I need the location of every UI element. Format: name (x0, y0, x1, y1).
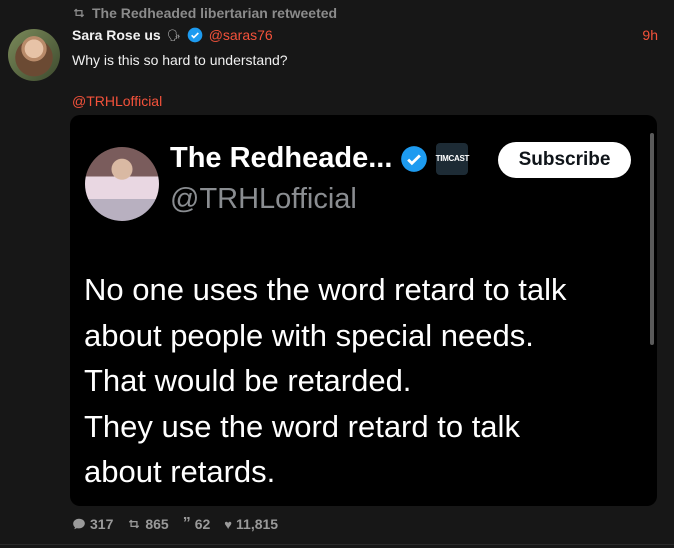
avatar[interactable] (8, 29, 60, 81)
embedded-verified-icon (401, 145, 428, 172)
embedded-avatar (85, 147, 159, 221)
retweet-button[interactable]: 865 (127, 516, 169, 532)
embedded-name: The Redheade... (170, 142, 393, 174)
embedded-name-row: The Redheade... TIMCAST (170, 142, 469, 175)
like-count: 11,815 (236, 516, 279, 532)
tweet-text: Why is this so hard to understand? (72, 52, 288, 68)
embedded-badge: TIMCAST (436, 142, 469, 175)
reply-button[interactable]: 317 (72, 516, 113, 532)
retweet-icon (129, 519, 140, 529)
reply-icon (73, 518, 85, 530)
display-name[interactable]: Sara Rose us (72, 27, 161, 43)
retweet-icon (73, 8, 85, 18)
reply-count: 317 (90, 516, 114, 532)
action-bar: 317 865 ” 62 ♥ 11,815 (72, 516, 278, 532)
retweet-text[interactable]: The Redheaded libertarian retweeted (92, 5, 337, 21)
scrollbar[interactable] (650, 133, 654, 345)
timestamp[interactable]: 9h (642, 27, 658, 43)
embedded-handle: @TRHLofficial (170, 183, 357, 215)
embedded-image[interactable]: The Redheade... TIMCAST @TRHLofficial Su… (70, 115, 657, 506)
mention-link[interactable]: @TRHLofficial (72, 93, 162, 109)
retweet-indicator: The Redheaded libertarian retweeted (72, 5, 337, 21)
quote-count: 62 (194, 516, 211, 532)
embedded-body-text: No one uses the word retard to talk abou… (84, 272, 567, 489)
divider (0, 544, 674, 545)
retweet-count: 865 (145, 516, 169, 532)
verified-icon (187, 27, 203, 43)
quote-button[interactable]: ” 62 (182, 515, 211, 533)
tweet-header: Sara Rose us 🗣 @saras76 9h (72, 27, 658, 43)
heart-icon: ♥ (224, 516, 233, 532)
flag-icon: 🗣 (166, 29, 181, 42)
subscribe-button: Subscribe (498, 142, 631, 178)
quote-icon: ” (182, 515, 191, 532)
handle[interactable]: @saras76 (209, 27, 273, 43)
like-button[interactable]: ♥ 11,815 (224, 516, 278, 532)
